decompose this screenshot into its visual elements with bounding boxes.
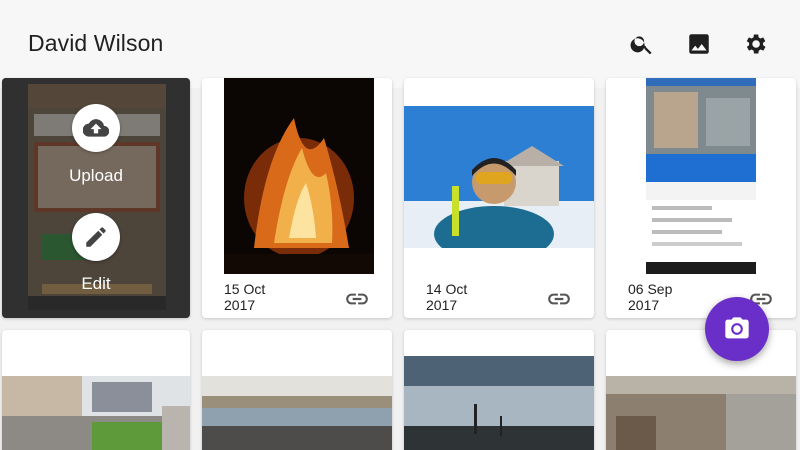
photo-date: 14 Oct 2017 xyxy=(426,281,468,313)
photo-thumbnail xyxy=(646,78,756,274)
photo-card-selected[interactable]: Upload Edit xyxy=(2,78,190,318)
gallery-icon[interactable] xyxy=(685,30,713,58)
photo-card[interactable] xyxy=(202,330,392,450)
photo-card[interactable] xyxy=(606,330,796,450)
photo-thumbnail xyxy=(202,376,392,450)
photo-card[interactable]: 15 Oct 2017 xyxy=(202,78,392,318)
photo-thumbnail xyxy=(224,78,374,274)
link-icon[interactable] xyxy=(344,286,370,312)
photo-card[interactable] xyxy=(404,330,594,450)
photo-date: 15 Oct 2017 xyxy=(224,281,266,313)
photo-thumbnail xyxy=(2,376,190,450)
photo-card[interactable] xyxy=(2,330,190,450)
app-bar: David Wilson xyxy=(0,0,800,88)
photo-card[interactable]: 06 Sep 2017 xyxy=(606,78,796,318)
link-icon[interactable] xyxy=(546,286,572,312)
photo-date: 06 Sep 2017 xyxy=(628,281,673,313)
camera-button[interactable] xyxy=(705,297,769,361)
photo-thumbnail xyxy=(606,376,796,450)
photo-thumbnail xyxy=(404,356,594,450)
edit-label: Edit xyxy=(81,274,111,293)
cloud-upload-icon xyxy=(83,119,109,137)
photo-thumbnail xyxy=(404,106,594,248)
upload-button[interactable] xyxy=(72,104,120,152)
pencil-icon xyxy=(86,227,106,247)
camera-icon xyxy=(725,317,749,339)
photo-card[interactable]: 14 Oct 2017 xyxy=(404,78,594,318)
settings-icon[interactable] xyxy=(741,30,769,58)
edit-button[interactable] xyxy=(72,213,120,261)
upload-label: Upload xyxy=(69,166,123,185)
page-title: David Wilson xyxy=(28,30,164,56)
search-icon[interactable] xyxy=(628,30,656,58)
